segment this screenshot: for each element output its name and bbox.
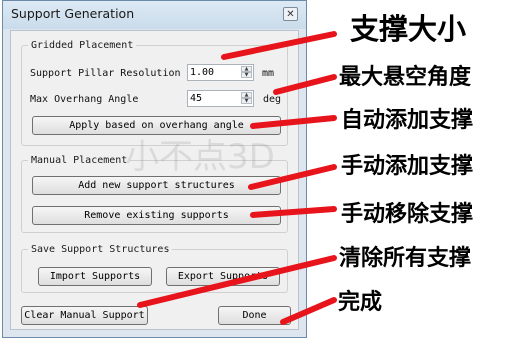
arrow-resolution (221, 31, 337, 60)
annotation-apply: 自动添加支撑 (341, 108, 474, 133)
arrow-done (280, 297, 337, 325)
arrow-apply (250, 115, 337, 129)
annotation-done: 完成 (338, 290, 383, 315)
annotation-add: 手动添加支撑 (341, 154, 474, 179)
arrow-overhang (273, 74, 337, 95)
arrow-clear (137, 255, 337, 308)
annotation-resolution: 支撑大小 (350, 12, 467, 46)
arrow-add (248, 164, 337, 190)
annotation-clear: 清除所有支撑 (339, 246, 472, 271)
annotation-remove: 手动移除支撑 (341, 202, 474, 227)
arrow-remove (250, 206, 337, 218)
annotation-overhang: 最大悬空角度 (339, 65, 472, 90)
